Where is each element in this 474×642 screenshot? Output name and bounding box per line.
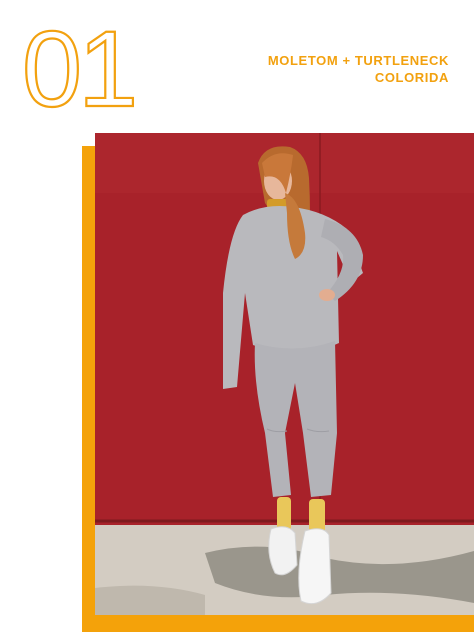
look-title-line2: COLORIDA <box>374 70 449 85</box>
outfit-photo <box>95 133 474 615</box>
look-title-line1: MOLETOM + TURTLENECK <box>267 53 449 68</box>
section-number-text: 01 <box>22 18 134 114</box>
section-number: 01 <box>22 18 139 114</box>
outfit-photo-illustration <box>95 133 474 615</box>
look-title: MOLETOM + TURTLENECK COLORIDA <box>268 52 449 86</box>
